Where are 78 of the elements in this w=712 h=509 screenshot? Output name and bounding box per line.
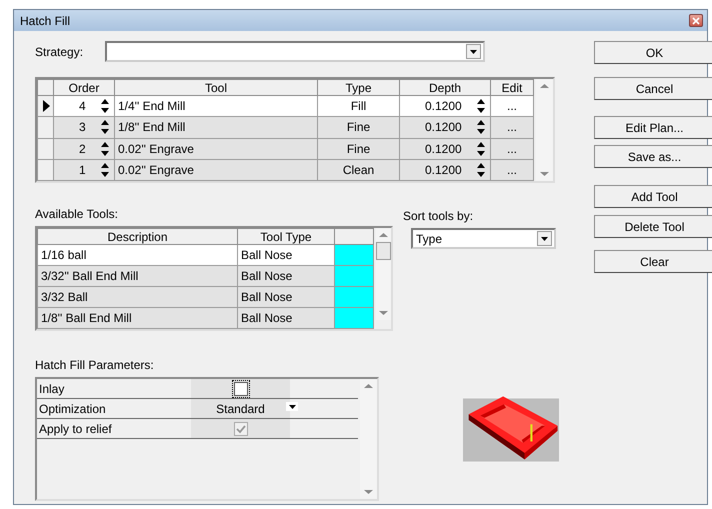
table-row-cell[interactable]: 3/32'' Ball End Mill (38, 266, 238, 286)
caret-icon (541, 236, 548, 240)
column-header[interactable]: Order (54, 80, 114, 96)
spinner-icon[interactable] (99, 140, 111, 158)
dialog-button[interactable]: OK (594, 41, 712, 64)
table-cell: Ball Nose (241, 290, 292, 304)
column-header[interactable]: Depth (400, 80, 490, 96)
scroll-up-icon[interactable] (379, 232, 388, 238)
table-cell: Clean (342, 162, 374, 177)
scrollbar[interactable] (536, 79, 553, 181)
scroll-down-icon[interactable] (379, 310, 388, 316)
scrollbar[interactable] (376, 228, 391, 320)
column-header[interactable]: Edit (490, 80, 534, 96)
spinner-icon[interactable] (475, 160, 487, 179)
scroll-down-icon[interactable] (540, 171, 549, 177)
dialog-button[interactable]: Cancel (594, 77, 712, 100)
column-header[interactable]: Description (38, 228, 238, 244)
caret-icon (470, 50, 477, 54)
table-cell: Fill (350, 99, 366, 114)
table-cell: 0.1200 (425, 120, 462, 134)
table-cell: 0.02'' Engrave (118, 162, 194, 177)
spinner-icon[interactable] (475, 118, 487, 136)
strategy-label: Strategy: (35, 44, 84, 58)
spinner-icon[interactable] (475, 140, 487, 158)
section-label: Available Tools: (35, 207, 119, 221)
spinner-icon[interactable] (99, 118, 111, 136)
section-label: Hatch Fill Parameters: (35, 358, 155, 372)
table-cell: 1 (79, 162, 86, 177)
checkbox[interactable] (234, 382, 248, 396)
scroll-thumb[interactable] (376, 242, 391, 260)
table-cell: 1/8'' End Mill (118, 120, 186, 134)
parameter-name: Inlay (38, 382, 66, 396)
scroll-down-icon[interactable] (364, 489, 373, 495)
dialog-button[interactable]: Clear (594, 250, 712, 273)
column-header (38, 80, 54, 96)
table-cell: 0.1200 (425, 142, 462, 156)
table-cell: 0.1200 (425, 99, 462, 114)
table-row-cell[interactable]: 1/8'' Ball End Mill (38, 308, 238, 328)
sort-label: Sort tools by: (403, 209, 474, 223)
edit-link[interactable]: ... (506, 162, 517, 177)
column-header[interactable]: Type (318, 80, 400, 96)
table-cell: 2 (79, 142, 86, 156)
table-cell: Ball Nose (241, 269, 292, 283)
table-cell: Ball Nose (241, 248, 292, 262)
table-cell: Ball Nose (241, 311, 292, 325)
close-icon[interactable] (689, 14, 703, 27)
table-row-cell[interactable]: 3/32 Ball (38, 286, 238, 308)
column-header[interactable]: Tool Type (238, 228, 334, 244)
spinner-icon[interactable] (99, 160, 111, 179)
sort-dropdown[interactable]: Type (411, 228, 556, 249)
table-row-cell[interactable]: 1/16 ball (38, 244, 238, 266)
dialog-button[interactable]: Delete Tool (594, 215, 712, 238)
caret-icon (288, 404, 296, 408)
dialog-button[interactable]: Edit Plan... (594, 116, 712, 139)
edit-link[interactable]: ... (506, 99, 517, 114)
row-header[interactable] (38, 96, 54, 117)
spinner-icon[interactable] (475, 97, 487, 116)
table-cell: 4 (79, 99, 86, 114)
edit-link[interactable]: ... (506, 142, 517, 156)
table-cell: Fine (346, 142, 370, 156)
table-cell: Fine (346, 120, 370, 134)
dialog-button[interactable]: Add Tool (594, 185, 712, 208)
edit-link[interactable]: ... (506, 120, 517, 134)
table-cell: 0.02'' Engrave (118, 142, 194, 156)
current-row-icon (42, 100, 50, 112)
dialog-button[interactable]: Save as... (594, 145, 712, 168)
column-header[interactable]: Tool (114, 80, 318, 96)
table-cell: 3 (79, 120, 86, 134)
parameter-name: Optimization (38, 402, 107, 416)
scroll-up-icon[interactable] (364, 383, 373, 389)
scrollbar[interactable] (360, 379, 377, 499)
scroll-up-icon[interactable] (540, 83, 549, 89)
table-cell: 0.1200 (425, 162, 462, 177)
parameter-name: Apply to relief (38, 422, 113, 436)
strategy-dropdown[interactable] (105, 41, 485, 62)
table-cell: 1/4'' End Mill (118, 99, 186, 114)
window-title: Hatch Fill (20, 14, 70, 28)
spinner-icon[interactable] (99, 97, 111, 116)
